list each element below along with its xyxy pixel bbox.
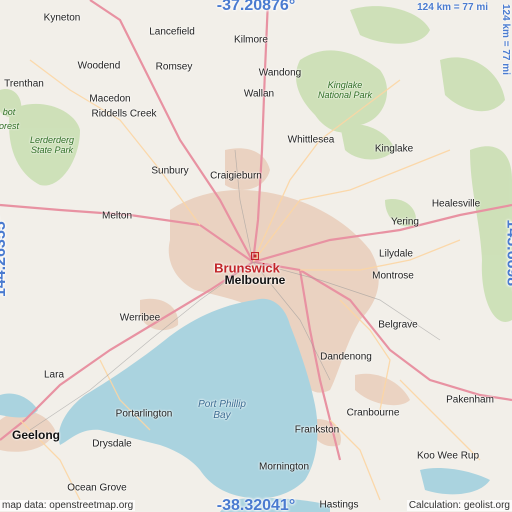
place-craigieburn: Craigieburn	[210, 170, 262, 182]
place-pakenham: Pakenham	[446, 394, 494, 406]
place-geelong: Geelong	[11, 428, 61, 442]
park-kinglake-np: Kinglake National Park	[317, 80, 373, 100]
place-drysdale: Drysdale	[92, 438, 132, 450]
place-montrose: Montrose	[372, 270, 414, 282]
place-wandong: Wandong	[258, 67, 302, 79]
attribution-map-data[interactable]: map data: openstreetmap.org	[0, 500, 136, 511]
park-bot-fragment: bot	[2, 107, 16, 117]
place-kinglake: Kinglake	[374, 143, 414, 155]
place-kilmore: Kilmore	[234, 34, 268, 46]
water-port-phillip: Port Phillip Bay	[198, 399, 246, 421]
scale-top: 124 km = 77 mi	[417, 2, 488, 13]
place-hastings: Hastings	[319, 499, 359, 511]
place-lara: Lara	[43, 369, 65, 381]
map-view[interactable]: Kyneton Lancefield Kilmore Woodend Romse…	[0, 0, 512, 512]
place-whittlesea: Whittlesea	[287, 134, 335, 146]
place-woodend: Woodend	[77, 60, 121, 72]
park-lerderderg: Lerderderg State Park	[29, 135, 75, 155]
attribution-calculation[interactable]: Calculation: geolist.org	[406, 500, 512, 511]
place-belgrave: Belgrave	[378, 319, 418, 331]
place-lilydale: Lilydale	[379, 248, 413, 260]
place-kyneton: Kyneton	[43, 12, 81, 24]
place-melbourne: Melbourne	[224, 273, 286, 287]
place-sunbury: Sunbury	[151, 165, 189, 177]
place-mornington: Mornington	[258, 461, 310, 473]
place-koo-wee-rup: Koo Wee Rup	[416, 450, 480, 462]
place-melton: Melton	[101, 210, 133, 222]
place-wallan: Wallan	[243, 88, 275, 100]
place-romsey: Romsey	[155, 61, 193, 73]
place-dandenong: Dandenong	[320, 351, 372, 363]
place-yering: Yering	[391, 216, 419, 228]
place-healesville: Healesville	[431, 198, 481, 210]
place-frankston: Frankston	[294, 424, 340, 436]
coord-left: 144.26355°	[0, 214, 10, 298]
location-marker-icon	[251, 252, 259, 260]
coord-top: -37.20876°	[216, 0, 296, 14]
place-cranbourne: Cranbourne	[346, 407, 400, 419]
place-ocean-grove: Ocean Grove	[67, 482, 127, 494]
coord-right: 145.6698°	[503, 219, 512, 293]
coord-bottom: -38.32041°	[216, 497, 296, 512]
place-trenthan: Trenthan	[4, 78, 44, 90]
place-lancefield: Lancefield	[149, 26, 195, 38]
scale-side: 124 km = 77 mi	[500, 4, 511, 75]
park-forest-fragment: orest	[0, 121, 20, 131]
place-werribee: Werribee	[119, 312, 161, 324]
place-riddells-creek: Riddells Creek	[91, 108, 157, 120]
place-macedon: Macedon	[89, 93, 131, 105]
place-portarlington: Portarlington	[115, 408, 173, 420]
